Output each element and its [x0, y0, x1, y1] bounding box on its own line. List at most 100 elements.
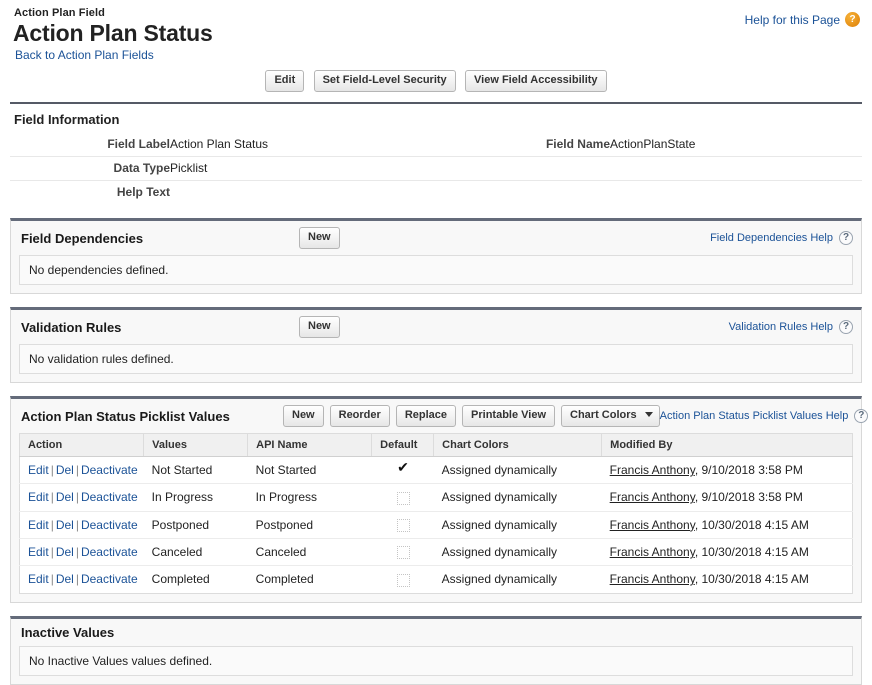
cell-value: Not Started — [143, 456, 248, 485]
action-separator: | — [75, 517, 79, 532]
back-to-action-plan-fields-link[interactable]: Back to Action Plan Fields — [10, 48, 154, 62]
table-row: Edit | Del | Deactivate Not Started Not Star… — [19, 456, 853, 485]
cell-value: In Progress — [143, 483, 248, 512]
validation-rules-body: No validation rules defined. — [11, 344, 861, 382]
edit-link[interactable]: Edit — [28, 463, 49, 477]
picklist-values-section: Action Plan Status Picklist Values New R… — [10, 396, 869, 603]
edit-link[interactable]: Edit — [28, 545, 49, 559]
del-link[interactable]: Del — [56, 463, 74, 477]
modified-by-timestamp: , 9/10/2018 3:58 PM — [694, 463, 803, 478]
action-separator: | — [75, 490, 79, 505]
picklist-values-body-rows: Edit | Del | Deactivate Not Started Not Star… — [19, 456, 853, 594]
picklist-values-help-link[interactable]: Action Plan Status Picklist Values Help … — [660, 409, 869, 423]
deactivate-link[interactable]: Deactivate — [81, 463, 138, 477]
del-link[interactable]: Del — [56, 518, 74, 532]
action-separator: | — [75, 463, 79, 478]
del-link[interactable]: Del — [56, 545, 74, 559]
data-type-value: Picklist — [170, 156, 500, 181]
cell-api-name: Not Started — [247, 456, 372, 485]
deactivate-link[interactable]: Deactivate — [81, 572, 138, 586]
spacer-value — [610, 156, 862, 181]
page-header: Action Plan Field Action Plan Status Bac… — [10, 6, 862, 68]
modified-by-user-link[interactable]: Francis Anthony — [610, 490, 695, 504]
table-row: Help Text — [10, 181, 862, 205]
picklist-values-buttons: New Reorder Replace Printable View Chart… — [283, 405, 660, 427]
field-label-label: Field Label — [10, 133, 170, 157]
table-header-row: Action Values API Name Default Chart Col… — [19, 433, 853, 457]
validation-rules-header: Validation Rules New Validation Rules He… — [11, 310, 861, 344]
column-header-action: Action — [19, 433, 145, 457]
page-eyebrow: Action Plan Field — [14, 7, 105, 19]
action-separator: | — [50, 490, 54, 505]
chart-colors-label: Chart Colors — [570, 409, 637, 421]
validation-rules-help-link[interactable]: Validation Rules Help ? — [729, 320, 853, 334]
cell-chart-colors: Assigned dynamically — [433, 483, 602, 512]
del-link[interactable]: Del — [56, 572, 74, 586]
row-actions: Edit | Del | Deactivate — [19, 456, 144, 485]
modified-by-user-link[interactable]: Francis Anthony — [610, 518, 695, 532]
page-root: Action Plan Field Action Plan Status Bac… — [0, 0, 872, 685]
cell-api-name: Postponed — [247, 511, 372, 539]
modified-by-timestamp: , 10/30/2018 4:15 AM — [694, 517, 809, 532]
modified-by-user-link[interactable]: Francis Anthony — [610, 463, 695, 477]
deactivate-link[interactable]: Deactivate — [81, 545, 138, 559]
modified-by-user-link[interactable]: Francis Anthony — [610, 545, 695, 559]
table-row: Edit | Del | Deactivate In Progress In Progr… — [19, 483, 853, 512]
page-title: Action Plan Status — [13, 20, 213, 46]
field-dependencies-title: Field Dependencies — [21, 230, 144, 246]
cell-default — [372, 566, 434, 593]
cell-modified-by: Francis Anthony, 10/30/2018 4:15 AM — [601, 538, 853, 567]
cell-default — [371, 483, 434, 512]
deactivate-link[interactable]: Deactivate — [81, 518, 138, 532]
field-dependencies-help-link[interactable]: Field Dependencies Help ? — [710, 231, 853, 245]
inactive-values-section: Inactive Values No Inactive Values value… — [10, 615, 862, 685]
validation-rules-buttons: New — [299, 316, 340, 338]
detail-action-buttons: Edit Set Field-Level Security View Field… — [10, 68, 862, 102]
picklist-values-help-label: Action Plan Status Picklist Values Help — [659, 410, 849, 422]
cell-chart-colors: Assigned dynamically — [433, 538, 602, 567]
column-header-default: Default — [371, 433, 435, 457]
edit-link[interactable]: Edit — [28, 572, 49, 586]
cell-modified-by: Francis Anthony, 10/30/2018 4:15 AM — [602, 566, 853, 593]
cell-chart-colors: Assigned dynamically — [441, 572, 558, 587]
view-field-accessibility-button[interactable]: View Field Accessibility — [465, 70, 607, 92]
edit-link[interactable]: Edit — [28, 518, 49, 532]
picklist-values-table: Action Values API Name Default Chart Col… — [19, 433, 853, 594]
set-field-level-security-button[interactable]: Set Field-Level Security — [313, 70, 456, 92]
printable-view-button[interactable]: Printable View — [462, 405, 556, 427]
row-actions: Edit | Del | Deactivate — [19, 483, 144, 512]
del-link[interactable]: Del — [56, 490, 74, 504]
replace-button[interactable]: Replace — [395, 405, 457, 427]
new-field-dependency-button[interactable]: New — [299, 227, 340, 249]
action-separator: | — [50, 545, 54, 560]
help-text-value — [170, 181, 500, 205]
table-row: Data Type Picklist — [10, 156, 862, 181]
cell-default — [371, 456, 434, 485]
chevron-down-icon — [644, 411, 653, 417]
help-question-orb-icon[interactable]: ? — [845, 12, 860, 27]
help-question-icon[interactable]: ? — [854, 409, 869, 423]
table-row: Edit | Del | Deactivate Canceled Canceled As… — [19, 538, 853, 567]
default-checkmark-icon — [397, 460, 410, 477]
row-actions: Edit | Del | Deactivate — [19, 538, 144, 567]
help-question-icon[interactable]: ? — [839, 231, 853, 245]
modified-by-user-link[interactable]: Francis Anthony — [610, 572, 695, 586]
deactivate-link[interactable]: Deactivate — [81, 490, 138, 504]
action-separator: | — [50, 517, 54, 532]
default-checkbox-placeholder — [397, 491, 411, 505]
reorder-button[interactable]: Reorder — [329, 405, 390, 427]
new-picklist-value-button[interactable]: New — [283, 405, 324, 427]
help-for-this-page-link[interactable]: Help for this Page ? — [745, 12, 860, 27]
modified-by-timestamp: , 10/30/2018 4:15 AM — [694, 572, 809, 587]
table-row: Field Label Action Plan Status Field Nam… — [10, 133, 862, 157]
new-validation-rule-button[interactable]: New — [299, 316, 340, 338]
help-for-this-page-label: Help for this Page — [744, 12, 840, 27]
edit-link[interactable]: Edit — [28, 490, 49, 504]
edit-button[interactable]: Edit — [265, 70, 305, 92]
validation-rules-help-label: Validation Rules Help — [728, 321, 833, 333]
cell-value: Postponed — [143, 511, 248, 539]
chart-colors-dropdown-button[interactable]: Chart Colors — [561, 405, 660, 427]
inactive-values-title: Inactive Values — [21, 624, 115, 640]
help-question-icon[interactable]: ? — [839, 320, 853, 334]
field-information-section: Field Information Field Label Action Pla… — [10, 102, 862, 204]
